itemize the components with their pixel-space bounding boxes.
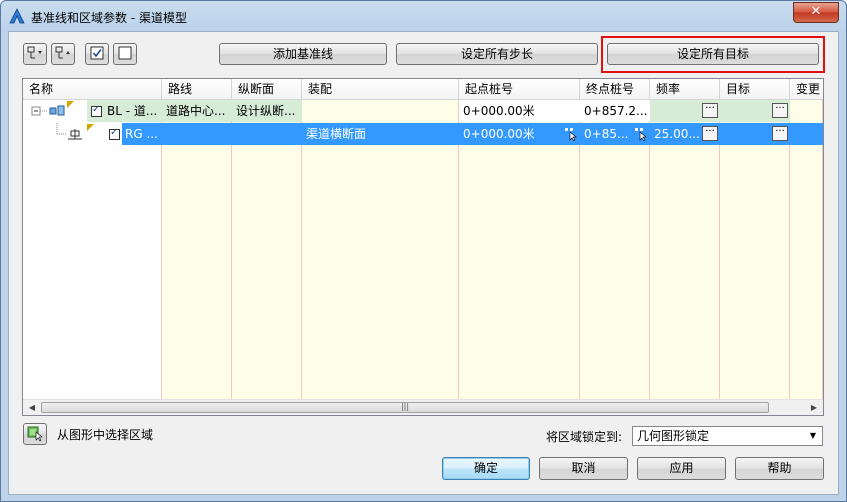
column-bg-end-station <box>580 100 650 403</box>
region-profile-cell[interactable] <box>232 123 302 145</box>
lock-region-label: 将区域锁定到: <box>546 430 623 444</box>
region-assembly-cell[interactable]: 渠道横断面 <box>302 123 459 145</box>
column-header-profile[interactable]: 纵断面 <box>232 79 302 99</box>
region-alignment-cell[interactable] <box>162 123 232 145</box>
select-region-button[interactable] <box>23 423 47 445</box>
table-row[interactable]: RG ... 渠道横断面 0+000.00米 0+85... 25.00... … <box>23 123 823 145</box>
baseline-frequency-cell[interactable]: ··· <box>650 100 720 122</box>
uncheck-all-button[interactable] <box>113 43 137 65</box>
select-region-label: 从图形中选择区域 <box>57 428 154 442</box>
column-bg-override <box>790 100 823 403</box>
column-header-frequency[interactable]: 频率 <box>650 79 720 99</box>
frequency-edit-button[interactable]: ··· <box>702 103 718 118</box>
baseline-start-station-cell[interactable]: 0+000.00米 <box>459 100 580 122</box>
region-icon <box>68 129 82 140</box>
baseline-icon <box>49 105 65 116</box>
lock-region-dropdown[interactable]: 几何图形锁定 ▼ <box>632 426 823 446</box>
apply-button[interactable]: 应用 <box>637 457 726 480</box>
close-button[interactable]: ✕ <box>793 2 839 23</box>
out-of-date-flag-icon <box>87 124 94 131</box>
region-frequency-cell[interactable]: 25.00... ··· <box>650 123 720 145</box>
out-of-date-flag-icon <box>67 101 74 108</box>
region-start-station-cell[interactable]: 0+000.00米 <box>459 123 580 145</box>
baseline-checkbox[interactable] <box>91 104 102 117</box>
collapse-tree-button[interactable] <box>51 43 75 65</box>
table-row[interactable]: BL - 道... 道路中心... 设计纵断... 0+000.00米 0+85… <box>23 100 823 122</box>
autocad-logo-icon <box>9 8 25 24</box>
column-header-name[interactable]: 名称 <box>23 79 162 99</box>
column-bg-target <box>720 100 790 403</box>
horizontal-scrollbar[interactable]: ◀ ||| ▶ <box>23 399 823 415</box>
target-edit-button[interactable]: ··· <box>772 103 788 118</box>
target-edit-button[interactable]: ··· <box>772 126 788 141</box>
scroll-right-arrow-icon[interactable]: ▶ <box>807 402 821 414</box>
region-end-station-cell[interactable]: 0+85... <box>580 123 650 145</box>
column-bg-frequency <box>650 100 720 403</box>
pick-station-icon[interactable] <box>634 127 648 141</box>
baseline-end-station-cell[interactable]: 0+857.2... <box>580 100 650 122</box>
cancel-button[interactable]: 取消 <box>539 457 628 480</box>
pick-station-icon[interactable] <box>564 127 578 141</box>
column-bg-start-station <box>459 100 580 403</box>
annotation-highlight-box <box>601 36 825 73</box>
column-header-assembly[interactable]: 装配 <box>302 79 459 99</box>
check-all-button[interactable] <box>85 43 109 65</box>
column-header-override[interactable]: 变更 <box>790 79 823 99</box>
ok-button[interactable]: 确定 <box>442 457 530 480</box>
region-checkbox[interactable] <box>109 127 120 140</box>
checked-box-icon <box>90 46 104 60</box>
baseline-profile-cell[interactable]: 设计纵断... <box>232 100 302 122</box>
column-header-start-station[interactable]: 起点桩号 <box>459 79 580 99</box>
column-header-end-station[interactable]: 终点桩号 <box>580 79 650 99</box>
chevron-down-icon[interactable]: ▼ <box>806 428 820 444</box>
region-target-cell[interactable]: ··· <box>720 123 790 145</box>
column-bg-profile <box>232 100 302 403</box>
baseline-region-table: 名称 路线 纵断面 装配 起点桩号 终点桩号 频率 目标 变更 BL - 道..… <box>22 78 824 416</box>
column-header-alignment[interactable]: 路线 <box>162 79 232 99</box>
unchecked-box-icon <box>118 46 132 60</box>
column-bg-assembly <box>302 100 459 403</box>
column-bg-alignment <box>162 100 232 403</box>
collapse-all-icon <box>55 46 70 59</box>
expand-all-icon <box>27 46 42 59</box>
window-title: 基准线和区域参数 - 渠道模型 <box>31 11 187 25</box>
column-bg-name <box>23 100 162 403</box>
region-name-cell[interactable]: RG ... <box>122 123 162 145</box>
expand-tree-button[interactable] <box>23 43 47 65</box>
title-bar: 基准线和区域参数 - 渠道模型 ✕ <box>1 1 846 31</box>
frequency-edit-button[interactable]: ··· <box>702 126 718 141</box>
scroll-left-arrow-icon[interactable]: ◀ <box>25 402 39 414</box>
scrollbar-thumb[interactable]: ||| <box>41 402 769 413</box>
select-region-icon <box>27 426 43 442</box>
baseline-target-cell[interactable]: ··· <box>720 100 790 122</box>
set-all-frequencies-button[interactable]: 设定所有步长 <box>396 43 598 65</box>
add-baseline-button[interactable]: 添加基准线 <box>219 43 387 65</box>
baseline-alignment-cell[interactable]: 道路中心... <box>162 100 232 122</box>
help-button[interactable]: 帮助 <box>735 457 824 480</box>
region-override-cell[interactable] <box>790 123 823 145</box>
column-header-target[interactable]: 目标 <box>720 79 790 99</box>
